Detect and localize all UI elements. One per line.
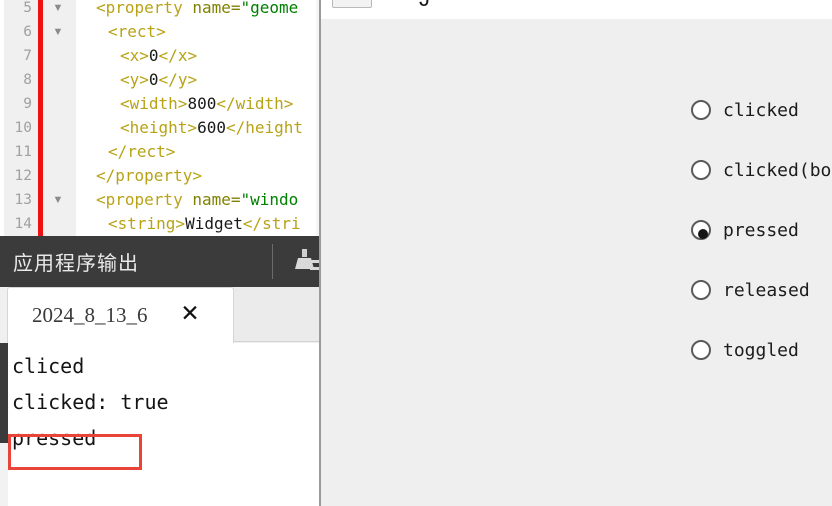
close-icon[interactable]: ✕ bbox=[178, 301, 202, 327]
code-token: </property> bbox=[96, 166, 202, 185]
window-title-glyph: J bbox=[419, 0, 430, 12]
code-token: <y> bbox=[120, 70, 149, 89]
line-number: 6 bbox=[23, 24, 32, 40]
code-line: <width>800</width> bbox=[120, 92, 293, 116]
output-line: cliced bbox=[12, 354, 85, 378]
code-token: <string> bbox=[108, 214, 186, 233]
line-number: 13 bbox=[14, 192, 32, 208]
chevron-down-icon[interactable]: ▼ bbox=[47, 188, 69, 212]
radio-label: pressed bbox=[723, 220, 799, 241]
code-token: Widget bbox=[185, 214, 243, 233]
output-panel-header: 应用程序输出 bbox=[0, 236, 319, 287]
titlebar-button-stub[interactable] bbox=[332, 0, 372, 8]
radio-label: clicked bbox=[723, 100, 799, 121]
line-number: 10 bbox=[14, 120, 32, 136]
code-token: name= bbox=[192, 190, 241, 209]
line-number: 5 bbox=[23, 0, 32, 16]
code-token: 0 bbox=[148, 70, 159, 89]
radio-indicator-icon[interactable] bbox=[691, 160, 711, 180]
code-token: 0 bbox=[148, 46, 159, 65]
screenshot-root: 5 ▼ <property name="geome 6 ▼ <rect> 7 <x>0</x>… bbox=[0, 0, 832, 506]
radio-indicator-icon[interactable] bbox=[691, 100, 711, 120]
line-number: 11 bbox=[14, 144, 32, 160]
code-line: <y>0</y> bbox=[120, 68, 197, 92]
code-line: <rect> bbox=[108, 20, 166, 44]
code-token: <property bbox=[96, 0, 193, 17]
code-line: </rect> bbox=[108, 140, 175, 164]
code-token: </stri bbox=[242, 214, 301, 233]
output-left-strip-lower bbox=[0, 443, 8, 506]
code-line: <property name="windo bbox=[96, 188, 298, 212]
radio-selected-dot bbox=[698, 229, 708, 239]
window-title-bar: J bbox=[321, 0, 832, 19]
dialog-body: clicked clicked(bool) pressed released toggl… bbox=[321, 19, 832, 506]
code-line: <height>600</height bbox=[120, 116, 303, 140]
line-number: 14 bbox=[14, 216, 32, 232]
code-token: </height bbox=[225, 118, 304, 137]
ide-panel: 5 ▼ <property name="geome 6 ▼ <rect> 7 <x>0</x>… bbox=[0, 0, 321, 506]
code-token: 600 bbox=[197, 118, 226, 137]
line-number: 8 bbox=[23, 72, 32, 88]
code-token: <height> bbox=[120, 118, 198, 137]
code-token: "windo bbox=[240, 190, 299, 209]
output-left-strip bbox=[0, 343, 8, 443]
code-token: </x> bbox=[158, 46, 198, 65]
code-editor[interactable]: 5 ▼ <property name="geome 6 ▼ <rect> 7 <x>0</x>… bbox=[0, 0, 319, 236]
line-number: 9 bbox=[23, 96, 32, 112]
output-tab-active[interactable]: 2024_8_13_6 ✕ bbox=[7, 287, 234, 344]
code-token: <property bbox=[96, 190, 193, 209]
code-token: name= bbox=[192, 0, 241, 17]
radio-label: released bbox=[723, 280, 810, 301]
chevron-down-icon[interactable]: ▼ bbox=[47, 20, 69, 44]
chevron-down-icon[interactable]: ▼ bbox=[47, 0, 69, 20]
toolbar-separator bbox=[272, 244, 273, 279]
qt-widget-window: J clicked clicked(bool) pressed released tog… bbox=[321, 0, 832, 506]
radio-indicator-icon[interactable] bbox=[691, 280, 711, 300]
output-line: clicked: true bbox=[12, 390, 169, 414]
line-number: 12 bbox=[14, 168, 32, 184]
radio-label: clicked(bool) bbox=[723, 160, 832, 181]
code-token: "geome bbox=[240, 0, 299, 17]
code-token: 800 bbox=[187, 94, 217, 113]
line-number: 7 bbox=[23, 48, 32, 64]
highlight-annotation bbox=[8, 434, 142, 470]
output-tab-label: 2024_8_13_6 bbox=[32, 303, 148, 327]
code-token: <x> bbox=[120, 46, 149, 65]
broom-icon[interactable] bbox=[290, 248, 319, 276]
code-token: <width> bbox=[120, 94, 188, 113]
tab-strip-empty-area bbox=[232, 287, 319, 342]
code-token: <rect> bbox=[108, 22, 166, 41]
code-line: </property> bbox=[96, 164, 202, 188]
output-panel-title: 应用程序输出 bbox=[13, 251, 139, 275]
code-line: <property name="geome bbox=[96, 0, 298, 20]
code-token: </rect> bbox=[108, 142, 176, 161]
radio-indicator-icon[interactable] bbox=[691, 340, 711, 360]
radio-indicator-icon[interactable] bbox=[691, 220, 711, 240]
code-line: <string>Widget</stri bbox=[108, 212, 301, 236]
code-token: </width> bbox=[216, 94, 294, 113]
radio-label: toggled bbox=[723, 340, 799, 361]
code-token: </y> bbox=[158, 70, 198, 89]
code-line: <x>0</x> bbox=[120, 44, 197, 68]
output-tab-strip: 2024_8_13_6 ✕ bbox=[0, 287, 319, 344]
output-text-area[interactable]: cliced clicked: true pressed bbox=[0, 343, 319, 506]
application-output-panel: 应用程序输出 2024_8_13_6 ✕ cliced clicked: tru… bbox=[0, 236, 319, 506]
